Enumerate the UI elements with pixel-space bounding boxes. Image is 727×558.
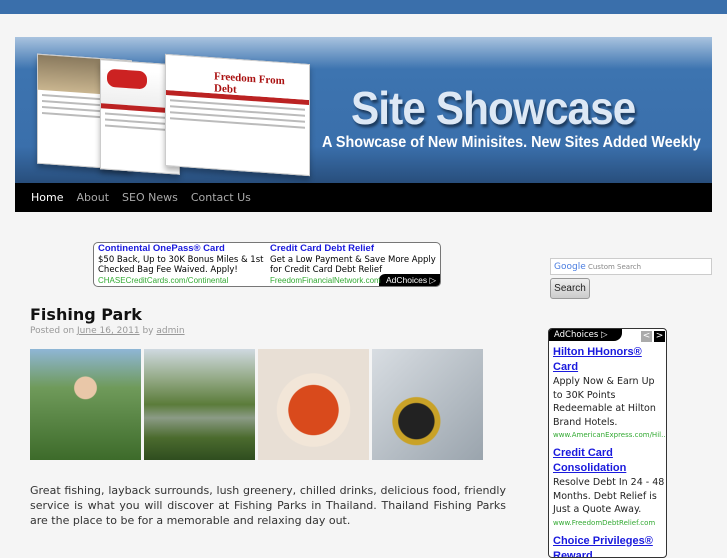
ad-url[interactable]: www.AmericanExpress.com/Hil... [553, 429, 665, 441]
ad-title[interactable]: Credit Card Debt Relief [270, 244, 440, 255]
screenshot-thumb: Freedom From Debt [165, 54, 310, 176]
search-button[interactable]: Search [550, 278, 590, 299]
river-photo[interactable] [144, 349, 255, 460]
top-ad-banner: Continental OnePass® Card $50 Back, Up t… [93, 242, 441, 287]
ad-title[interactable]: Credit Card Consolidation [553, 446, 665, 476]
site-tagline: A Showcase of New Minisites. New Sites A… [322, 134, 701, 152]
ad-item[interactable]: Credit Card Debt Relief Get a Low Paymen… [270, 244, 440, 286]
by-label: by [142, 326, 153, 336]
nav-about[interactable]: About [76, 191, 109, 204]
post-body: Great fishing, layback surrounds, lush g… [30, 483, 506, 528]
posted-on-label: Posted on [30, 326, 74, 336]
ad-desc: Resolve Debt In 24 - 48 Months. Debt Rel… [553, 476, 665, 517]
ad-title[interactable]: Continental OnePass® Card [98, 244, 268, 255]
header-banner[interactable]: Freedom From Debt Site Showcase A Showca… [15, 37, 712, 183]
main-nav: Home About SEO News Contact Us [15, 183, 712, 212]
adchoices-button[interactable]: AdChoices ▷ [549, 329, 622, 341]
ad-url[interactable]: CHASECreditCards.com/Continental [98, 276, 268, 287]
google-logo: Google [554, 262, 586, 272]
top-bar [0, 0, 727, 14]
fishing-reel-photo[interactable] [372, 349, 483, 460]
adchoices-label: AdChoices [554, 330, 598, 340]
ad-item[interactable]: Hilton HHonors® Card Apply Now & Earn Up… [553, 345, 665, 441]
next-arrow-icon[interactable]: > [654, 331, 665, 342]
search-placeholder: Custom Search [588, 263, 641, 271]
nav-home[interactable]: Home [31, 191, 63, 204]
prev-arrow-icon[interactable]: < [641, 331, 652, 342]
author-link[interactable]: admin [156, 326, 184, 336]
post-date-link[interactable]: June 16, 2011 [77, 326, 140, 336]
sidebar-ad: AdChoices ▷ < > Hilton HHonors® Card App… [548, 328, 667, 558]
ad-item[interactable]: Credit Card Consolidation Resolve Debt I… [553, 446, 665, 529]
ad-url[interactable]: FreedomFinancialNetwork.com [270, 276, 440, 287]
post-meta: Posted on June 16, 2011 by admin [30, 326, 185, 336]
nav-contact-us[interactable]: Contact Us [191, 191, 251, 204]
ad-desc: Get a Low Payment & Save More Apply for … [270, 255, 440, 276]
ad-desc: Apply Now & Earn Up to 30K Points Redeem… [553, 375, 665, 429]
ad-title[interactable]: Choice Privileges® Reward [553, 534, 665, 558]
ad-desc: $50 Back, Up to 30K Bonus Miles & 1st Ch… [98, 255, 268, 276]
ad-item[interactable]: Choice Privileges® Reward [553, 534, 665, 558]
ad-url[interactable]: www.FreedomDebtRelief.com [553, 517, 665, 529]
adchoices-icon: ▷ [601, 330, 608, 340]
soup-photo[interactable] [258, 349, 369, 460]
post-title[interactable]: Fishing Park [30, 305, 142, 324]
search-input[interactable]: Google Custom Search [550, 258, 712, 275]
site-title: Site Showcase [351, 81, 635, 135]
ad-title[interactable]: Hilton HHonors® Card [553, 345, 665, 375]
nav-seo-news[interactable]: SEO News [122, 191, 178, 204]
ad-item[interactable]: Continental OnePass® Card $50 Back, Up t… [98, 244, 268, 286]
woman-with-drink-photo[interactable] [30, 349, 141, 460]
